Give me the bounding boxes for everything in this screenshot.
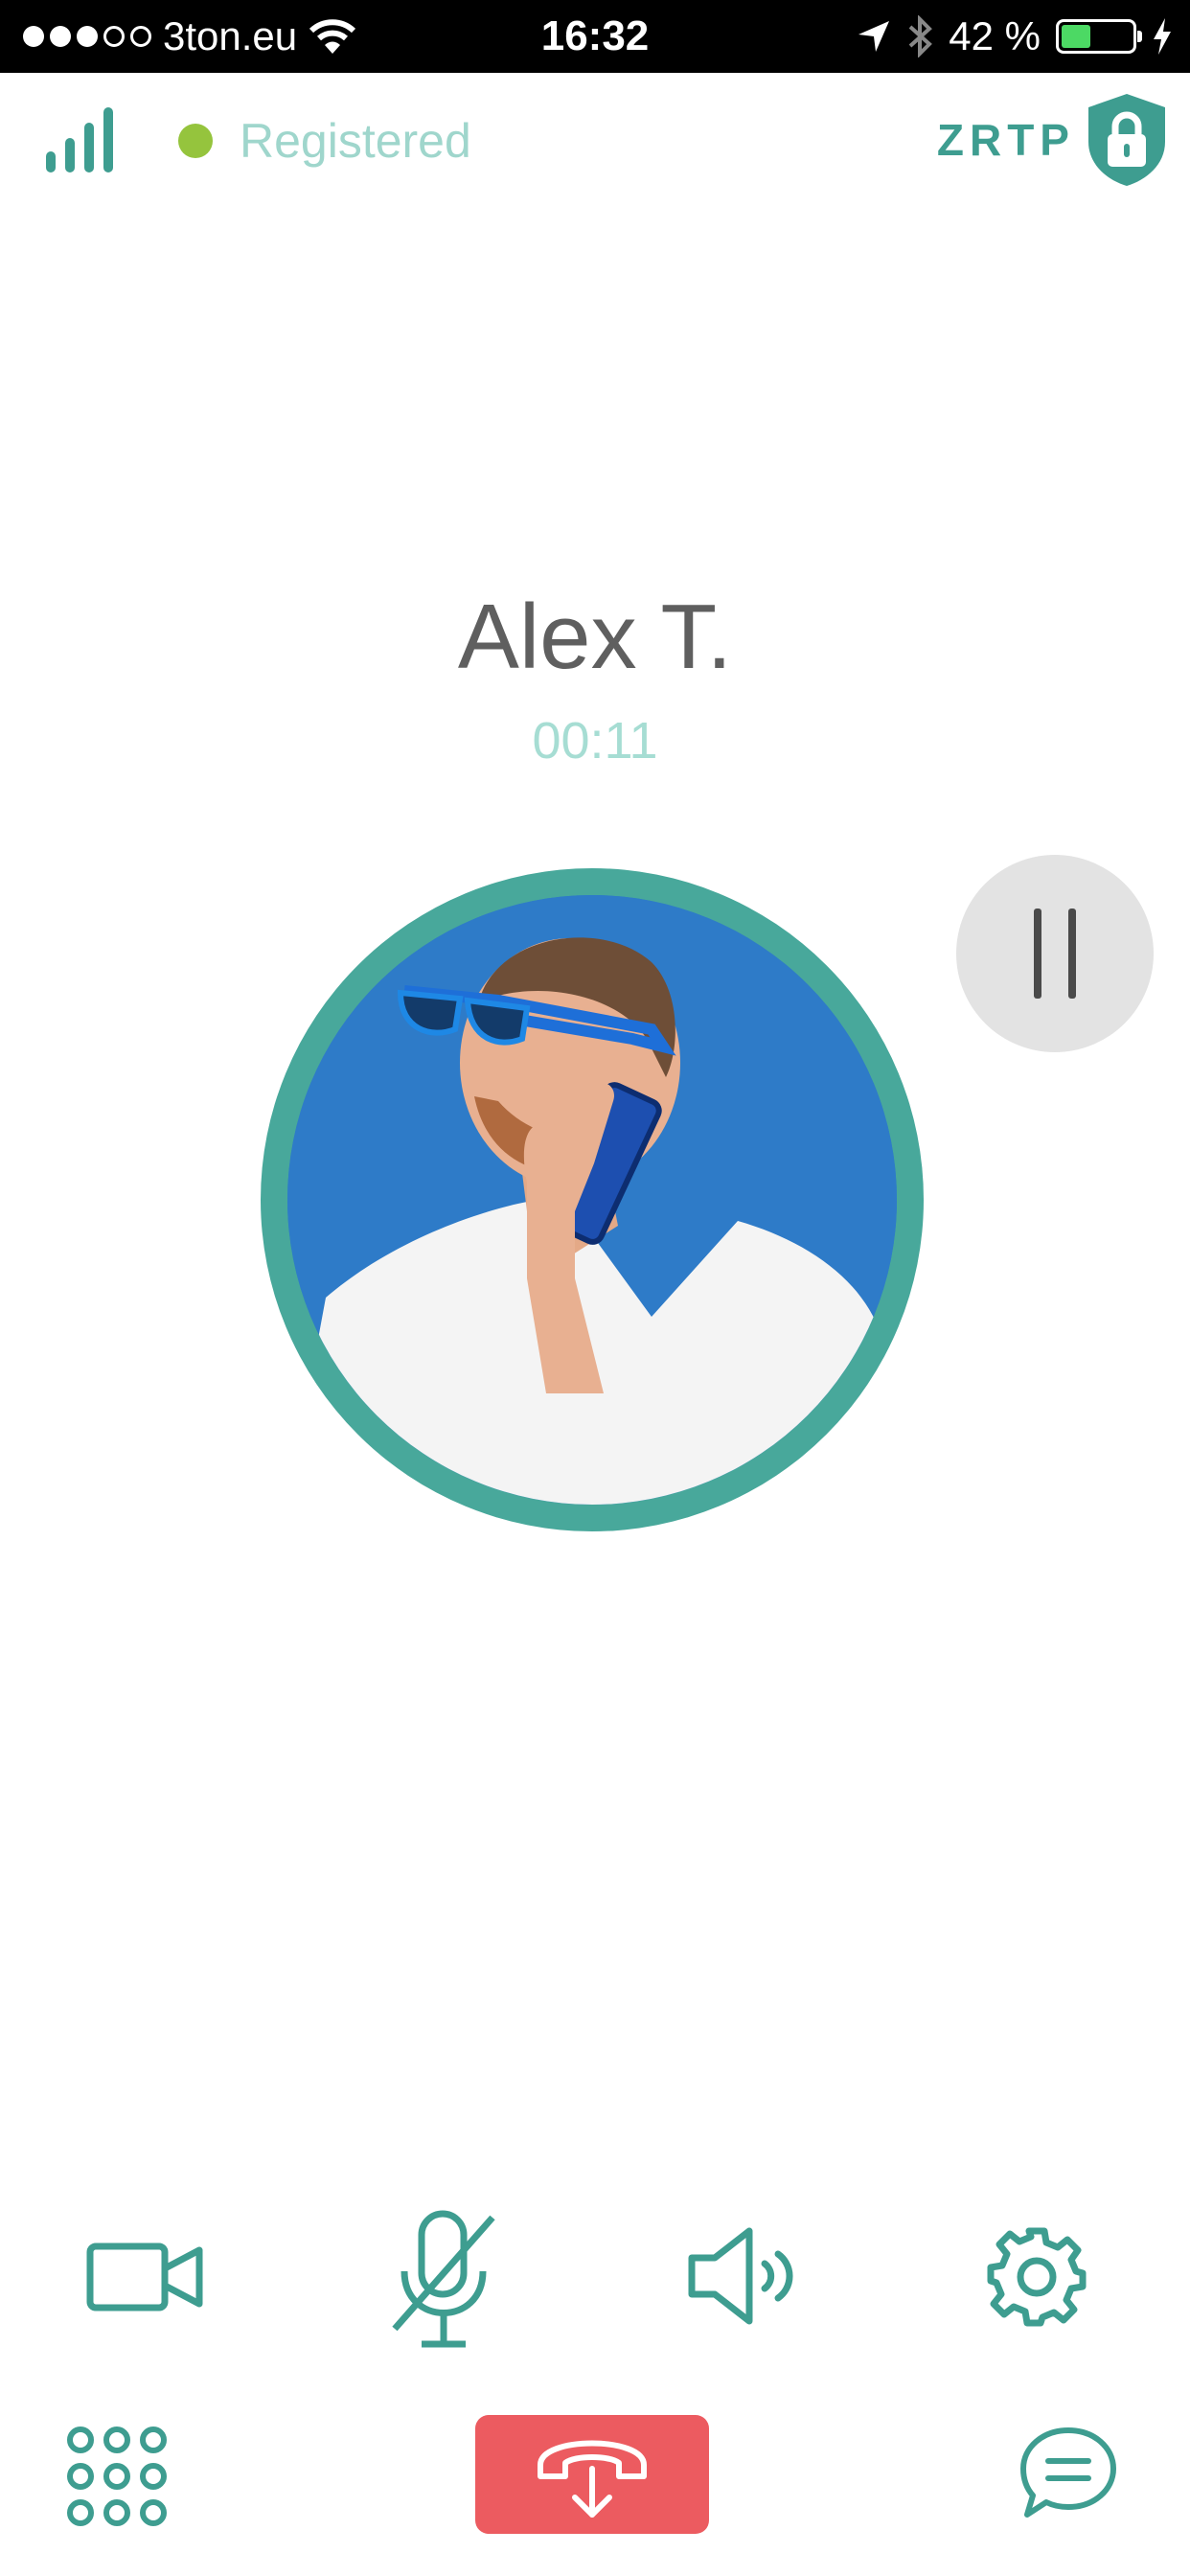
bluetooth-icon	[908, 15, 933, 58]
microphone-muted-icon[interactable]	[389, 2208, 498, 2350]
hangup-transfer-icon	[538, 2440, 647, 2518]
speaker-icon[interactable]	[686, 2225, 797, 2327]
hold-button[interactable]	[956, 855, 1154, 1052]
status-dot	[178, 124, 213, 158]
contact-avatar	[261, 868, 924, 1531]
cell-signal-dots	[23, 26, 151, 47]
charging-bolt-icon	[1154, 18, 1171, 55]
chat-icon[interactable]	[1018, 2425, 1119, 2520]
battery-icon	[1056, 19, 1142, 54]
registration-label: Registered	[240, 114, 471, 168]
registration-status: Registered	[178, 113, 471, 169]
status-bar: 3ton.eu 16:32 42 %	[0, 0, 1190, 73]
clock: 16:32	[540, 12, 650, 59]
pause-icon	[1034, 908, 1076, 999]
settings-gear-icon[interactable]	[987, 2227, 1087, 2327]
hangup-button[interactable]	[475, 2415, 709, 2534]
call-duration: 00:11	[532, 712, 658, 770]
zrtp-label: ZRTP	[936, 115, 1075, 165]
carrier-name: 3ton.eu	[163, 13, 298, 58]
dialpad-icon[interactable]	[65, 2425, 169, 2528]
wifi-icon	[309, 19, 356, 54]
video-camera-icon[interactable]	[86, 2239, 205, 2315]
zrtp-encryption-indicator[interactable]: ZRTP	[937, 92, 1169, 188]
location-arrow-icon	[858, 21, 890, 52]
contact-name: Alex T.	[457, 586, 733, 688]
signal-strength-icon[interactable]	[46, 107, 113, 172]
lock-shield-icon	[1088, 94, 1165, 186]
battery-percent: 42 %	[949, 13, 1041, 58]
contact-photo	[287, 895, 897, 1505]
